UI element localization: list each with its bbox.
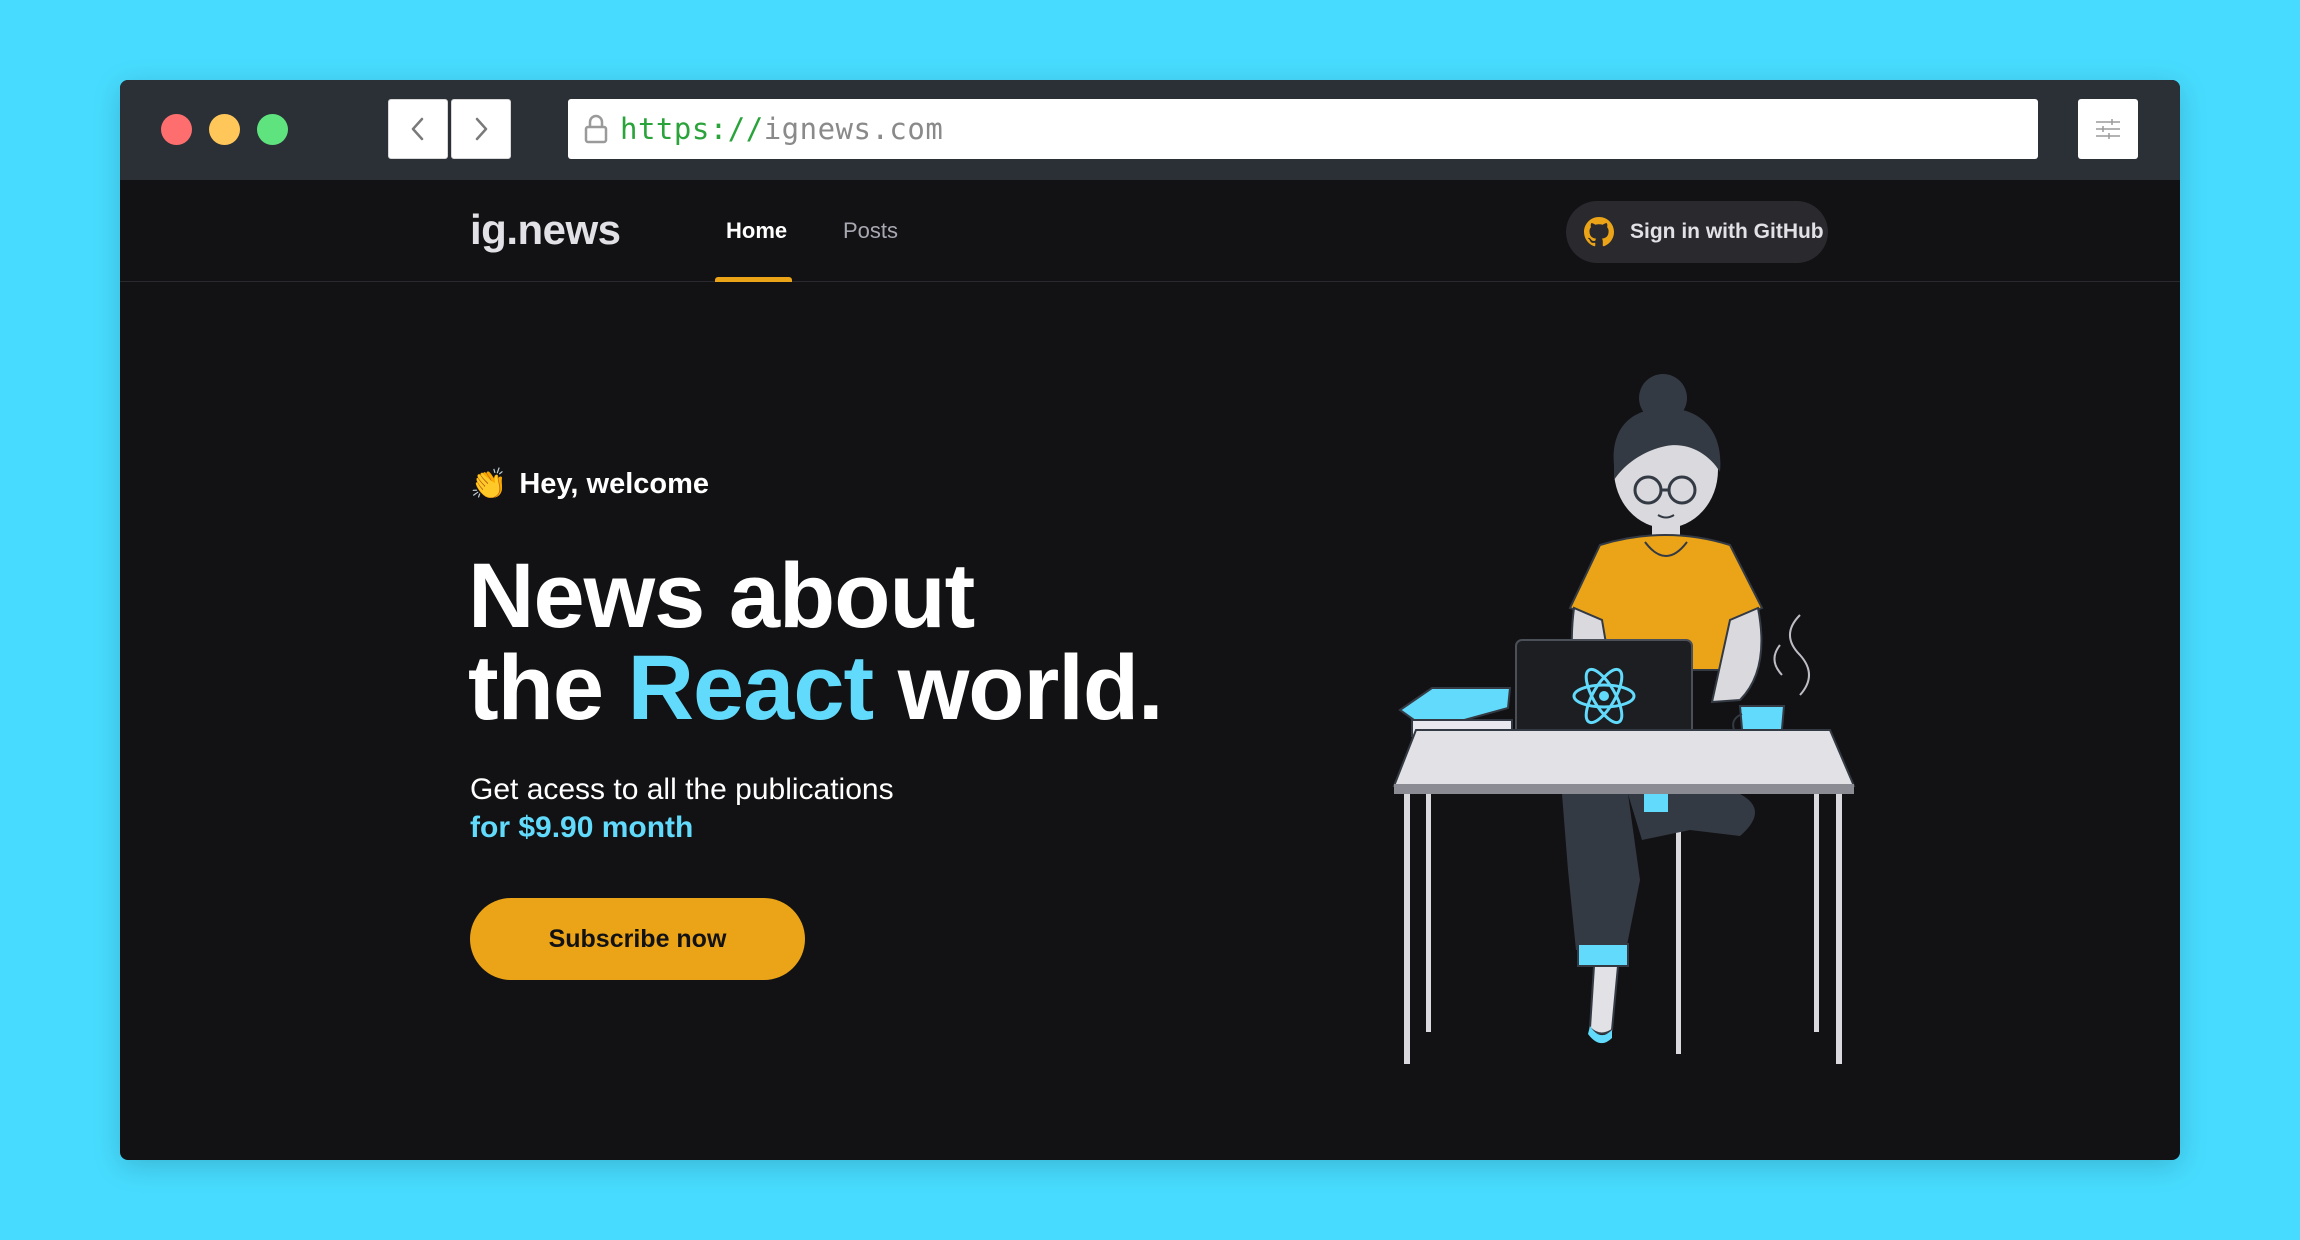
hero-title-accent: React (627, 637, 875, 739)
github-icon (1584, 217, 1614, 247)
nav-link-home[interactable]: Home (726, 218, 787, 244)
sign-in-github-button[interactable]: Sign in with GitHub (1566, 201, 1828, 263)
minimize-window-button[interactable] (209, 114, 240, 145)
greeting-text: Hey, welcome (519, 468, 710, 500)
hero-title: News about the React world. (468, 550, 1164, 734)
url-text: https://ignews.com (620, 112, 944, 146)
forward-button[interactable] (451, 99, 511, 159)
close-window-button[interactable] (161, 114, 192, 145)
hero-title-line2-end: world. (897, 637, 1164, 739)
maximize-window-button[interactable] (257, 114, 288, 145)
active-nav-indicator (715, 277, 792, 282)
site-header: ig.news Home Posts Sign in with GitHub (120, 180, 2180, 282)
clapping-hands-icon: 👏 (470, 468, 508, 501)
site-logo[interactable]: ig.news (470, 206, 621, 254)
hero-subtitle: Get acess to all the publications (470, 773, 894, 806)
address-bar[interactable]: https://ignews.com (568, 99, 2038, 159)
chevron-left-icon (411, 117, 424, 141)
hero-title-line1: News about (468, 545, 975, 647)
hero-title-line2-start: the (468, 637, 604, 739)
subscribe-button[interactable]: Subscribe now (470, 898, 805, 980)
lock-icon (584, 114, 608, 144)
hero-price: for $9.90 month (470, 811, 694, 844)
settings-button[interactable] (2078, 99, 2138, 159)
sliders-icon (2096, 119, 2120, 139)
browser-toolbar: https://ignews.com (120, 80, 2180, 180)
nav-link-posts[interactable]: Posts (843, 218, 898, 244)
browser-window: https://ignews.com ig.news Home Posts Si… (120, 80, 2180, 1160)
sign-in-label: Sign in with GitHub (1630, 220, 1824, 243)
woman-at-desk-illustration (1392, 374, 1856, 1064)
welcome-greeting: 👏 Hey, welcome (470, 467, 709, 502)
back-button[interactable] (388, 99, 448, 159)
chevron-right-icon (475, 117, 488, 141)
